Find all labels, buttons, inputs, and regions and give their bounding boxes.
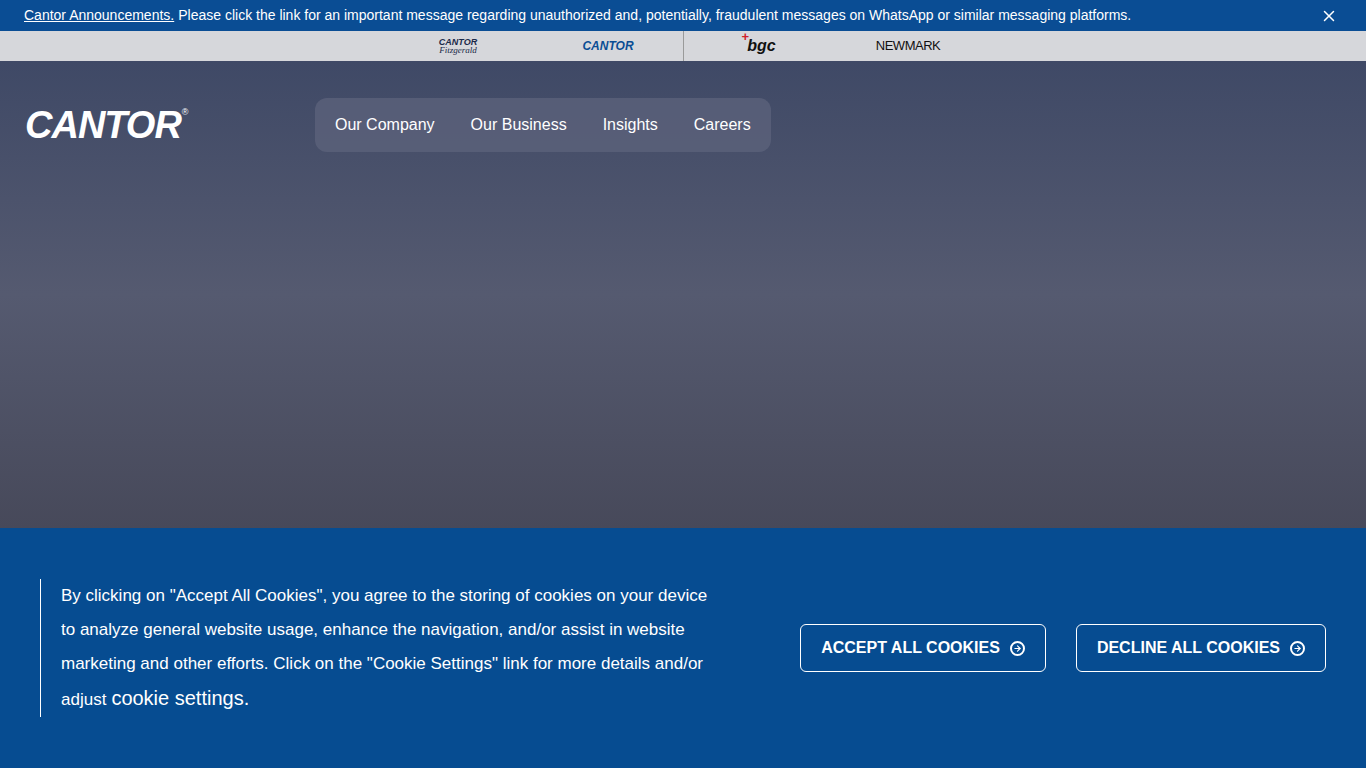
cookie-settings-link[interactable]: cookie settings. — [111, 687, 249, 709]
main-nav: Our Company Our Business Insights Careers — [315, 98, 771, 152]
page: Cantor Announcements.Please click the li… — [0, 0, 1366, 768]
cookie-text: By clicking on "Accept All Cookies", you… — [40, 579, 720, 717]
hero: CANTOR® Our Company Our Business Insights Ca… — [0, 61, 1366, 528]
cookie-banner: By clicking on "Accept All Cookies", you… — [0, 528, 1366, 768]
announcement-text: Please click the link for an important m… — [178, 5, 1131, 26]
brand-logo[interactable]: CANTOR — [582, 37, 633, 55]
brand-bar: CANTORFitzgerald CANTOR +bgc NEWMARK — [0, 31, 1366, 61]
registered-mark: ® — [182, 106, 189, 120]
cookie-button[interactable]: DECLINE ALL COOKIES — [1076, 624, 1326, 672]
announcement-bar: Cantor Announcements.Please click the li… — [0, 0, 1366, 31]
announcement-link[interactable]: Cantor Announcements. — [24, 5, 174, 26]
nav-item[interactable]: Careers — [694, 113, 751, 137]
nav-item[interactable]: Our Company — [335, 113, 435, 137]
plus-icon: + — [741, 30, 749, 43]
brand-logo[interactable]: NEWMARK — [876, 36, 940, 56]
nav-item[interactable]: Insights — [603, 113, 658, 137]
arrow-circle-icon — [1290, 641, 1305, 656]
nav-item[interactable]: Our Business — [471, 113, 567, 137]
header: CANTOR® Our Company Our Business Insights Ca… — [0, 61, 1366, 152]
brand-logo[interactable]: +bgc — [741, 34, 775, 58]
arrow-circle-icon — [1010, 641, 1025, 656]
cookie-button[interactable]: ACCEPT ALL COOKIES — [800, 624, 1046, 672]
brand-logo[interactable]: CANTORFitzgerald — [439, 38, 477, 55]
close-icon[interactable] — [1320, 7, 1338, 25]
site-logo[interactable]: CANTOR — [25, 106, 181, 144]
